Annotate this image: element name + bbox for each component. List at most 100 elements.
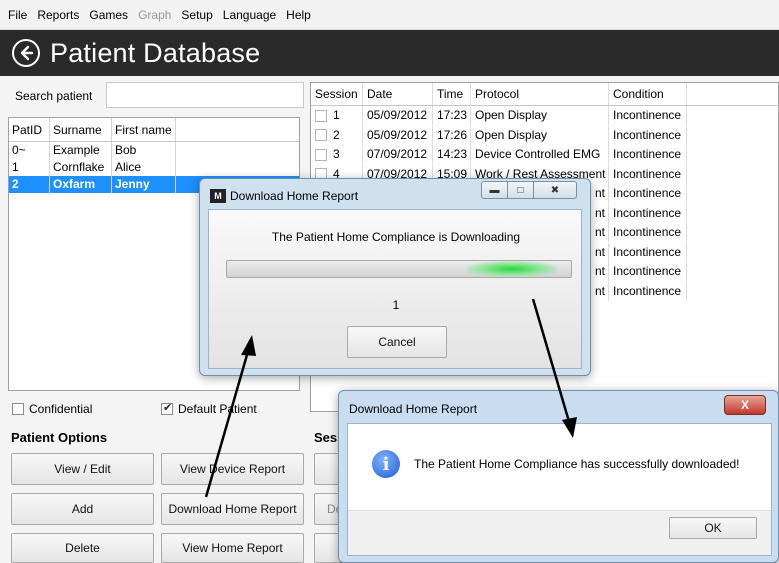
empty-cell <box>687 184 779 203</box>
menu-item-help[interactable]: Help <box>281 8 316 22</box>
menu-item-reports[interactable]: Reports <box>32 8 84 22</box>
menu-bar: File Reports Games Graph Setup Language Help <box>0 0 779 30</box>
table-cell: Cornflake <box>50 159 112 176</box>
table-cell: Alice <box>112 159 176 176</box>
back-arrow-icon[interactable] <box>12 39 40 67</box>
confidential-label: Confidential <box>29 402 93 416</box>
minimize-icon[interactable]: ▬ <box>481 181 508 199</box>
session-table-header: Session Date Time Protocol Condition <box>311 83 779 105</box>
table-row[interactable]: 2 05/09/2012 17:26 Open Display Incontinence <box>311 125 779 145</box>
empty-cell <box>687 282 779 301</box>
patient-options-title: Patient Options <box>11 430 108 445</box>
ok-button[interactable]: OK <box>669 517 757 539</box>
table-row[interactable]: 0~ Example Bob <box>9 142 299 159</box>
add-button[interactable]: Add <box>11 493 154 525</box>
table-row[interactable]: 1 05/09/2012 17:23 Open Display Incontinence <box>311 106 779 125</box>
success-message: The Patient Home Compliance has successf… <box>414 457 740 471</box>
empty-cell <box>687 106 779 125</box>
table-cell: 0~ <box>9 142 50 159</box>
menu-item-graph[interactable]: Graph <box>133 8 176 22</box>
search-label: Search patient <box>15 89 93 103</box>
view-edit-button[interactable]: View / Edit <box>11 453 154 485</box>
info-icon: i <box>372 450 400 478</box>
empty-cell <box>687 165 779 184</box>
patient-table-header: PatID Surname First name <box>9 118 299 142</box>
empty-cell <box>687 223 779 242</box>
table-cell: Surname <box>50 118 112 142</box>
condition-cell: Incontinence <box>609 164 687 184</box>
download-dialog: M Download Home Report ▬ □ ✖ The Patient… <box>199 178 591 376</box>
download-home-report-button[interactable]: Download Home Report <box>161 493 304 525</box>
empty-cell <box>687 262 779 281</box>
maximize-icon[interactable]: □ <box>507 181 534 199</box>
progress-glow <box>467 261 557 277</box>
date-cell: 07/09/2012 <box>363 145 433 164</box>
checkbox-icon[interactable] <box>315 109 327 122</box>
column-header[interactable]: Protocol <box>471 83 609 105</box>
table-cell: First name <box>112 118 176 142</box>
condition-cell: Incontinence <box>609 145 687 164</box>
condition-cell: Incontinence <box>609 203 687 223</box>
column-header[interactable]: Session <box>311 83 363 105</box>
dialog-title: Download Home Report <box>349 402 478 416</box>
column-header[interactable]: Time <box>433 83 471 105</box>
default-patient-label: Default Patient <box>178 402 257 416</box>
table-cell: Jenny <box>112 176 176 193</box>
table-cell: PatID <box>9 118 50 142</box>
dialog-title: Download Home Report <box>230 189 359 203</box>
checkbox-icon[interactable] <box>315 129 327 142</box>
search-input[interactable] <box>106 82 304 108</box>
menu-item-setup[interactable]: Setup <box>176 8 217 22</box>
session-cell: 1 <box>311 106 363 125</box>
menu-item-language[interactable]: Language <box>218 8 281 22</box>
column-header[interactable]: Condition <box>609 83 687 105</box>
cancel-button[interactable]: Cancel <box>347 326 447 358</box>
time-cell: 17:26 <box>433 125 471 145</box>
session-cell: 2 <box>311 125 363 145</box>
time-cell: 17:23 <box>433 106 471 125</box>
progress-bar <box>226 260 572 278</box>
view-device-report-button[interactable]: View Device Report <box>161 453 304 485</box>
date-cell: 05/09/2012 <box>363 125 433 145</box>
title-bar: Patient Database <box>0 30 779 76</box>
checkbox-icon <box>12 403 24 415</box>
default-patient-checkbox[interactable]: Default Patient <box>161 401 257 416</box>
page-title: Patient Database <box>50 37 261 68</box>
column-header-empty <box>687 83 779 105</box>
dialog-body: The Patient Home Compliance is Downloadi… <box>208 209 582 369</box>
menu-item-file[interactable]: File <box>3 8 32 22</box>
table-row[interactable]: 3 07/09/2012 14:23 Device Controlled EMG Inc… <box>311 145 779 164</box>
delete-button[interactable]: Delete <box>11 533 154 563</box>
download-message: The Patient Home Compliance is Downloadi… <box>271 230 521 244</box>
protocol-cell: Device Controlled EMG <box>471 145 609 164</box>
session-number: 2 <box>333 127 340 142</box>
condition-cell: Incontinence <box>609 262 687 281</box>
condition-cell: Incontinence <box>609 281 687 301</box>
session-cell: 3 <box>311 145 363 164</box>
session-number: 3 <box>333 147 340 161</box>
checkbox-icon[interactable] <box>315 148 327 161</box>
date-cell: 05/09/2012 <box>363 106 433 125</box>
app-logo-icon: M <box>210 189 226 203</box>
view-home-report-button[interactable]: View Home Report <box>161 533 304 563</box>
table-cell: Bob <box>112 142 176 159</box>
table-cell: 1 <box>9 159 50 176</box>
close-icon[interactable]: ✖ <box>533 181 577 199</box>
condition-cell: Incontinence <box>609 106 687 125</box>
condition-cell: Incontinence <box>609 125 687 145</box>
protocol-cell: Open Display <box>471 125 609 145</box>
checkbox-checked-icon <box>161 401 173 415</box>
download-count: 1 <box>392 298 400 312</box>
time-cell: 14:23 <box>433 145 471 164</box>
table-cell: Oxfarm <box>50 176 112 193</box>
table-cell: Example <box>50 142 112 159</box>
condition-cell: Incontinence <box>609 223 687 242</box>
empty-cell <box>687 145 779 164</box>
condition-cell: Incontinence <box>609 184 687 203</box>
confidential-checkbox[interactable]: Confidential <box>12 402 92 416</box>
menu-item-games[interactable]: Games <box>84 8 133 22</box>
table-cell: 2 <box>9 176 50 193</box>
close-button[interactable]: X <box>724 395 766 415</box>
table-row[interactable]: 1 Cornflake Alice <box>9 159 299 176</box>
column-header[interactable]: Date <box>363 83 433 105</box>
